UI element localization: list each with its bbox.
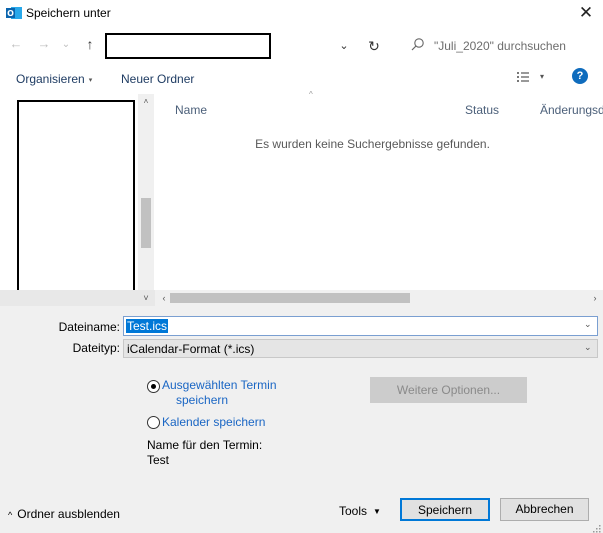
save-button[interactable]: Speichern — [400, 498, 490, 521]
tools-dropdown-icon: ▼ — [373, 507, 381, 516]
svg-text:O: O — [7, 9, 14, 18]
outlook-app-icon: O — [6, 6, 22, 20]
radio-save-calendar[interactable] — [147, 416, 160, 429]
address-dropdown-icon[interactable]: ⌄ — [336, 36, 352, 56]
more-options-button[interactable]: Weitere Optionen... — [370, 377, 527, 403]
organize-menu[interactable]: Organisieren ▾ — [16, 72, 92, 86]
chevron-up-icon: ^ — [8, 510, 13, 520]
window-title: Speichern unter — [26, 6, 111, 20]
view-dropdown-icon[interactable]: ▾ — [540, 72, 544, 81]
cancel-button[interactable]: Abbrechen — [500, 498, 589, 521]
organize-label: Organisieren — [16, 72, 85, 86]
search-icon — [410, 37, 426, 53]
scroll-down-icon[interactable]: ˅ — [138, 291, 154, 305]
search-placeholder: "Juli_2020" durchsuchen — [434, 39, 566, 53]
filename-field[interactable]: Test.ics ⌄ — [123, 316, 598, 336]
column-header-name[interactable]: Name — [175, 103, 207, 117]
radio-label-line2: speichern — [176, 393, 229, 407]
nav-vertical-scrollbar[interactable] — [138, 94, 154, 292]
nav-scroll-thumb[interactable] — [141, 198, 151, 248]
close-button[interactable]: ✕ — [574, 3, 598, 23]
sort-caret-icon: ^ — [309, 90, 313, 99]
file-list-scroll-thumb[interactable] — [170, 293, 410, 303]
scroll-up-icon[interactable]: ˄ — [138, 94, 154, 110]
nav-scrollbar-corner — [0, 290, 155, 306]
new-folder-button[interactable]: Neuer Ordner — [121, 72, 194, 86]
filename-label: Dateiname: — [58, 320, 120, 334]
appointment-name-label: Name für den Termin: — [147, 438, 263, 452]
address-path-box[interactable] — [105, 33, 271, 59]
resize-grip-icon[interactable] — [592, 522, 601, 533]
tools-menu[interactable]: Tools ▼ — [339, 504, 381, 518]
tools-label: Tools — [339, 504, 368, 518]
forward-button[interactable]: → — [36, 34, 52, 54]
column-header-status[interactable]: Status — [465, 103, 499, 117]
empty-results-message: Es wurden keine Suchergebnisse gefunden. — [255, 137, 490, 151]
filetype-select[interactable]: iCalendar-Format (*.ics) ⌄ — [123, 339, 598, 358]
filetype-label: Dateityp: — [72, 341, 120, 355]
filetype-dropdown-icon[interactable]: ⌄ — [584, 342, 592, 353]
up-button[interactable]: ↑ — [82, 34, 98, 54]
radio-label-save-calendar[interactable]: Kalender speichern — [162, 415, 265, 430]
scroll-right-icon[interactable]: › — [587, 291, 603, 305]
appointment-name-value: Test — [147, 453, 170, 467]
organize-dropdown-icon: ▾ — [88, 77, 93, 84]
filename-dropdown-icon[interactable]: ⌄ — [584, 319, 592, 330]
hide-folders-button[interactable]: ^ Ordner ausblenden — [8, 507, 120, 521]
navigation-tree-redacted — [17, 100, 135, 306]
filetype-value: iCalendar-Format (*.ics) — [127, 342, 255, 356]
radio-save-selected-appointment[interactable] — [147, 380, 160, 393]
refresh-icon[interactable]: ↻ — [364, 36, 384, 56]
radio-selected-dot — [151, 384, 156, 389]
back-button[interactable]: ← — [8, 34, 24, 54]
hide-folders-label: Ordner ausblenden — [17, 507, 120, 521]
radio-label-save-selected-appointment[interactable]: Ausgewählten Termin speichern — [162, 378, 277, 408]
radio-label-line1: Ausgewählten Termin — [162, 378, 277, 392]
column-header-modified[interactable]: Änderungsdatum — [540, 103, 603, 117]
help-icon[interactable]: ? — [572, 68, 588, 84]
recent-locations-button[interactable]: ⌄ — [60, 35, 72, 55]
view-options-icon[interactable] — [516, 70, 530, 84]
filename-value[interactable]: Test.ics — [126, 319, 169, 333]
